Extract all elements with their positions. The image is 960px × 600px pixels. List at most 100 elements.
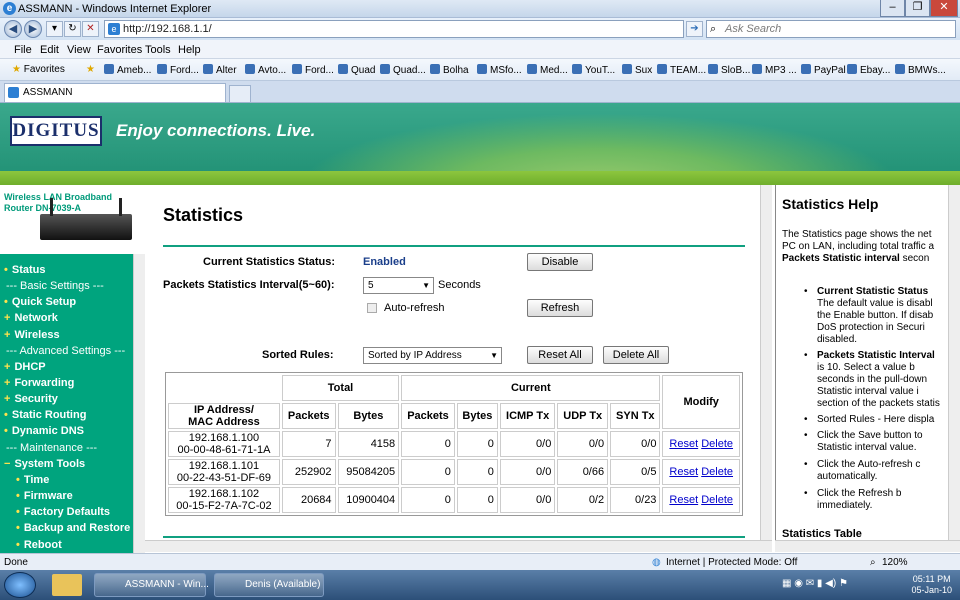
menu-edit[interactable]: Edit: [40, 44, 59, 56]
reset-all-button[interactable]: Reset All: [527, 346, 593, 364]
menu-view[interactable]: View: [67, 44, 91, 56]
help-bullet-line: Statistic interval value.: [817, 442, 917, 453]
nav-dynamic-dns[interactable]: • Dynamic DNS: [4, 425, 84, 437]
nav-forwarding[interactable]: + Forwarding: [4, 377, 74, 389]
refresh-page-button[interactable]: ↻: [64, 21, 81, 37]
fav-item[interactable]: Avto...: [245, 64, 286, 76]
fav-item[interactable]: Sux: [622, 64, 652, 76]
bullet-icon: •: [804, 430, 808, 441]
main-vertical-scrollbar[interactable]: [760, 185, 772, 540]
fav-item[interactable]: Ford...: [292, 64, 334, 76]
nav-security[interactable]: + Security: [4, 393, 58, 405]
help-bullet-line: the Enable button. If disab: [817, 310, 934, 321]
delete-link[interactable]: Delete: [701, 466, 733, 478]
window-title: ASSMANN - Windows Internet Explorer: [18, 3, 212, 15]
fav-item[interactable]: MP3 ...: [752, 64, 797, 76]
zoom-level[interactable]: 120%: [882, 557, 908, 568]
dropdown-history-button[interactable]: ▾: [46, 21, 63, 37]
nav-static-routing[interactable]: • Static Routing: [4, 409, 86, 421]
delete-link[interactable]: Delete: [701, 494, 733, 506]
cell-current-bytes: 0: [456, 431, 498, 457]
fav-item[interactable]: Med...: [527, 64, 568, 76]
nav-quick-setup[interactable]: • Quick Setup: [4, 296, 76, 308]
menu-favorites[interactable]: Favorites: [97, 44, 142, 56]
fav-item[interactable]: Alter: [203, 64, 237, 76]
back-button[interactable]: ◀: [4, 20, 22, 38]
minimize-button[interactable]: –: [880, 0, 905, 17]
nav-factory-defaults[interactable]: • Factory Defaults: [16, 506, 110, 518]
interval-select[interactable]: 5 ▼: [363, 277, 434, 294]
banner-stripe: [0, 171, 960, 185]
search-input[interactable]: ⌕ Ask Search: [706, 20, 956, 38]
menu-help[interactable]: Help: [178, 44, 201, 56]
delete-all-button[interactable]: Delete All: [603, 346, 669, 364]
clock[interactable]: 05:11 PM 05-Jan-10: [911, 574, 952, 596]
go-button[interactable]: ➔: [686, 21, 703, 37]
fav-item[interactable]: MSfo...: [477, 64, 522, 76]
autorefresh-checkbox[interactable]: [367, 303, 377, 313]
nav-wireless[interactable]: + Wireless: [4, 329, 60, 341]
tray-icons[interactable]: ▦ ◉ ✉ ▮ ◀) ⚑: [782, 578, 848, 589]
fav-item[interactable]: Ford...: [157, 64, 199, 76]
reset-link[interactable]: Reset: [669, 494, 698, 506]
menu-file[interactable]: File: [14, 44, 32, 56]
taskbar-ie-window[interactable]: ASSMANN - Win...: [94, 573, 209, 597]
bottom-divider: [163, 536, 745, 538]
help-horizontal-scrollbar[interactable]: [775, 540, 960, 552]
main-horizontal-scrollbar[interactable]: [145, 540, 772, 552]
fav-item[interactable]: Bolha: [430, 64, 469, 76]
close-button[interactable]: ✕: [930, 0, 958, 17]
add-favorite-icon[interactable]: ★: [86, 64, 95, 75]
delete-link[interactable]: Delete: [701, 438, 733, 450]
menu-bar: File Edit View Favorites Tools Help: [0, 40, 960, 59]
new-tab-button[interactable]: [229, 85, 251, 102]
router-image: [40, 198, 132, 240]
nav-section-basic: --- Basic Settings ---: [6, 280, 104, 292]
help-vertical-scrollbar[interactable]: [948, 185, 960, 540]
nav-dhcp[interactable]: + DHCP: [4, 361, 46, 373]
nav-scrollbar[interactable]: [133, 254, 145, 553]
fav-item[interactable]: YouT...: [572, 64, 615, 76]
forward-button[interactable]: ▶: [24, 20, 42, 38]
favorites-button[interactable]: ★ Favorites: [12, 64, 65, 75]
nav-backup-restore[interactable]: • Backup and Restore: [16, 522, 130, 534]
start-button[interactable]: [4, 572, 36, 598]
fav-item[interactable]: TEAM...: [657, 64, 706, 76]
header-current: Current: [401, 375, 661, 401]
reset-link[interactable]: Reset: [669, 466, 698, 478]
sort-select[interactable]: Sorted by IP Address ▼: [363, 347, 502, 364]
nav-network[interactable]: + Network: [4, 312, 58, 324]
fav-item[interactable]: SloB...: [708, 64, 750, 76]
nav-time[interactable]: • Time: [16, 474, 49, 486]
url-input[interactable]: e http://192.168.1.1/: [104, 20, 684, 38]
cell-current-bytes: 0: [456, 459, 498, 485]
maximize-button[interactable]: ❐: [905, 0, 930, 17]
refresh-button[interactable]: Refresh: [527, 299, 593, 317]
table-row: 192.168.1.102 00-15-F2-7A-7C-02 20684 109…: [168, 487, 740, 513]
fav-item[interactable]: Quad...: [380, 64, 426, 76]
fav-item[interactable]: Ebay...: [847, 64, 890, 76]
clock-date: 05-Jan-10: [911, 585, 952, 595]
nav-status[interactable]: • Status: [4, 264, 45, 276]
taskbar-messenger[interactable]: Denis (Available): [214, 573, 324, 597]
interval-unit: Seconds: [438, 279, 481, 291]
explorer-icon[interactable]: [52, 574, 82, 596]
help-bullet-line: The default value is disabl: [817, 298, 933, 309]
disable-button[interactable]: Disable: [527, 253, 593, 271]
fav-item[interactable]: Ameb...: [104, 64, 151, 76]
fav-item[interactable]: Quad: [338, 64, 375, 76]
product-name: Wireless LAN Broadband Router DN-7039-A: [4, 192, 112, 213]
nav-reboot[interactable]: • Reboot: [16, 539, 62, 551]
reset-link[interactable]: Reset: [669, 438, 698, 450]
sorted-label: Sorted Rules:: [262, 349, 334, 361]
stop-button[interactable]: ✕: [82, 21, 99, 37]
tab-assmann[interactable]: ASSMANN: [4, 83, 226, 102]
status-value: Enabled: [363, 256, 406, 268]
help-bullet-line: Click the Auto-refresh c: [817, 459, 921, 470]
nav-system-tools[interactable]: − System Tools: [4, 458, 85, 470]
fav-item[interactable]: BMWs...: [895, 64, 946, 76]
menu-tools[interactable]: Tools: [145, 44, 171, 56]
fav-item[interactable]: PayPal: [801, 64, 846, 76]
zoom-icon: ⌕: [870, 557, 876, 568]
nav-firmware[interactable]: • Firmware: [16, 490, 73, 502]
